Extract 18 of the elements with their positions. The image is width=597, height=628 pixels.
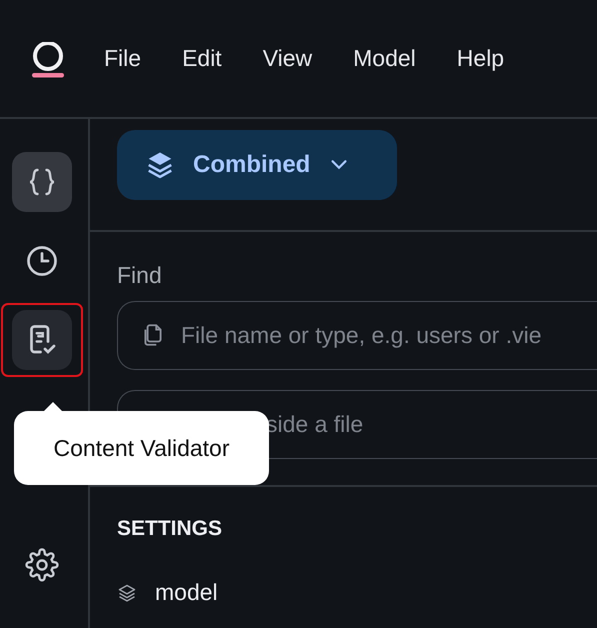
layers-icon xyxy=(117,582,137,602)
clock-icon xyxy=(24,243,60,279)
settings-icon xyxy=(24,547,60,583)
section-heading: SETTINGS xyxy=(117,517,224,541)
menu-item[interactable]: View xyxy=(262,41,312,76)
find-label: Find xyxy=(117,262,163,289)
code-button[interactable] xyxy=(12,152,72,212)
menu-item[interactable]: Edit xyxy=(182,41,222,76)
logo-icon xyxy=(30,42,66,78)
menu-item[interactable]: File xyxy=(104,41,142,76)
view-dropdown[interactable]: Combined xyxy=(117,130,397,200)
settings-item[interactable]: model xyxy=(155,579,218,606)
layers-icon xyxy=(145,150,175,180)
search-field[interactable]: File name or type, e.g. users or .vie xyxy=(117,301,597,370)
tooltip: Content Validator xyxy=(14,402,269,485)
menu-item[interactable]: Model xyxy=(353,41,416,76)
document-check-button[interactable] xyxy=(12,310,72,370)
menu-item[interactable]: Help xyxy=(456,41,504,76)
